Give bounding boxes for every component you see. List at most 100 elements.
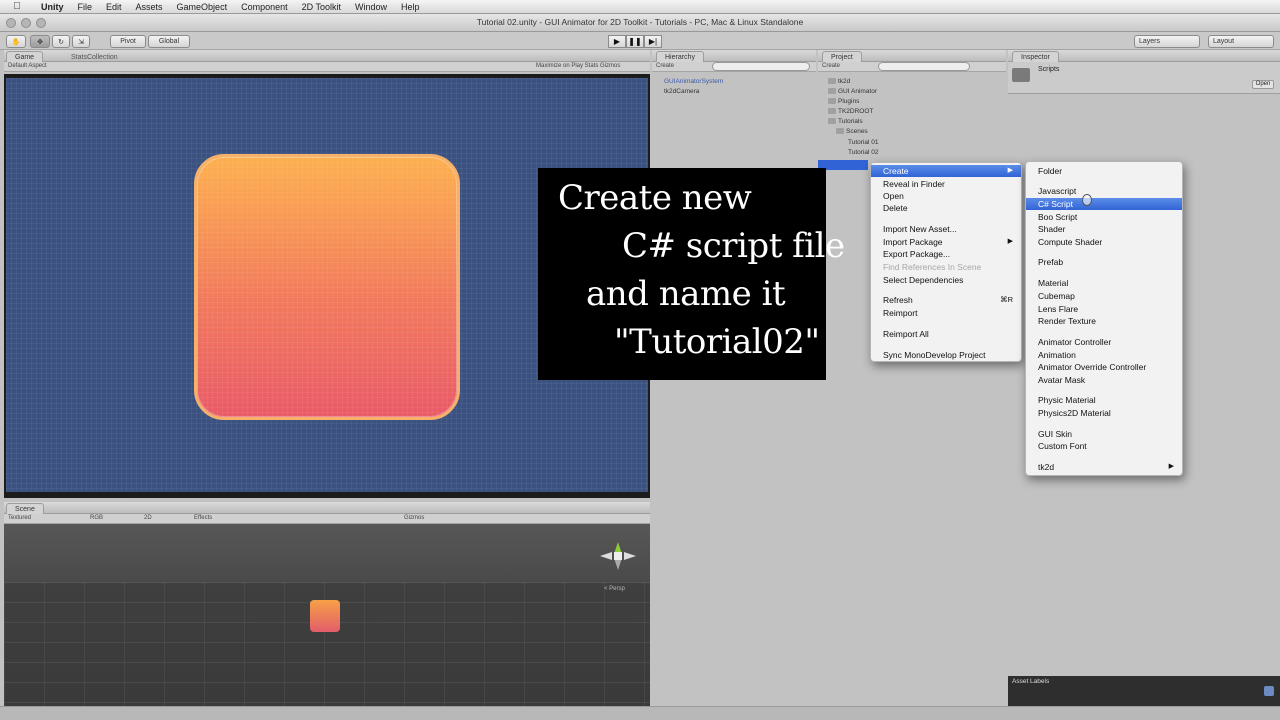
menu-window[interactable]: Window [348,2,394,12]
aspect-dropdown[interactable]: Default Aspect [8,63,47,69]
project-item[interactable]: Plugins [828,98,859,105]
menu-item-folder[interactable]: Folder [1026,165,1182,177]
label-tag-icon[interactable] [1264,686,1274,696]
menu-item-material[interactable]: Material [1026,277,1182,289]
project-item[interactable]: Tutorial 02 [848,149,878,156]
menu-item-create[interactable]: Create ▶ [871,165,1021,177]
menu-item-lens-flare[interactable]: Lens Flare [1026,303,1182,315]
create-submenu: Folder Javascript C# Script Boo Script S… [1025,161,1183,476]
menu-item-physic-material[interactable]: Physic Material [1026,394,1182,406]
menu-component[interactable]: Component [234,2,295,12]
layout-dropdown[interactable]: Layout [1208,35,1274,48]
menu-item-boo-script[interactable]: Boo Script [1026,211,1182,223]
apple-icon[interactable]:  [0,1,34,12]
menu-item-label: Open [883,191,904,201]
project-item-label: Scenes [846,128,868,135]
scene-gui-object[interactable] [310,600,340,632]
menu-item-import-new-asset[interactable]: Import New Asset... [871,223,1021,235]
menu-item-animation[interactable]: Animation [1026,349,1182,361]
game-options[interactable]: Maximize on Play Stats Gizmos [536,63,620,69]
menu-item-animator-controller[interactable]: Animator Controller [1026,336,1182,348]
shading-dropdown[interactable]: Textured [8,515,31,521]
play-button[interactable]: ▶ [608,35,626,48]
inspector-header: Scripts Open [1008,62,1280,94]
persp-label[interactable]: < Persp [604,586,625,592]
menu-item-open[interactable]: Open [871,190,1021,202]
menu-item-sync-monodevelop[interactable]: Sync MonoDevelop Project [871,349,1021,361]
menu-item-import-package[interactable]: Import Package ▶ [871,236,1021,248]
step-icon: ▶| [648,37,658,46]
pause-button[interactable]: ❚❚ [626,35,644,48]
menu-item-physics2d-material[interactable]: Physics2D Material [1026,407,1182,419]
effects-dropdown[interactable]: Effects [194,515,212,521]
open-button[interactable]: Open [1252,80,1274,89]
menu-item-reveal-in-finder[interactable]: Reveal in Finder [871,178,1021,190]
menu-item-reimport-all[interactable]: Reimport All [871,328,1021,340]
render-dropdown[interactable]: RGB [90,515,103,521]
menu-item-label: tk2d [1038,462,1055,472]
project-item[interactable]: tk2d [828,78,850,85]
gizmos-dropdown[interactable]: Gizmos [404,515,424,521]
scale-tool-button[interactable]: ⇲ [72,35,90,48]
project-search-input[interactable] [878,62,970,71]
menu-2d-toolkit[interactable]: 2D Toolkit [295,2,348,12]
tab-project-label: Project [831,54,853,61]
mac-menu-bar:  Unity File Edit Assets GameObject Comp… [0,0,1280,14]
menu-item-animator-override-controller[interactable]: Animator Override Controller [1026,361,1182,373]
menu-item-refresh[interactable]: Refresh ⌘R [871,294,1021,306]
project-item-label: GUI Animator [838,88,878,95]
project-item[interactable]: Tutorials [828,118,863,125]
menu-assets[interactable]: Assets [129,2,170,12]
menu-item-tk2d[interactable]: tk2d ▶ [1026,461,1182,473]
menu-item-javascript[interactable]: Javascript [1026,185,1182,197]
project-create-dropdown[interactable]: Create [822,63,840,69]
asset-labels-label: Asset Labels [1012,678,1050,685]
tab-project[interactable]: Project [822,51,862,62]
project-item[interactable]: Tutorial 01 [848,139,878,146]
menu-item-shader[interactable]: Shader [1026,223,1182,235]
project-item-label: Tutorials [838,118,863,125]
layers-dropdown[interactable]: Layers [1134,35,1200,48]
menu-edit[interactable]: Edit [99,2,129,12]
menu-item-delete[interactable]: Delete [871,202,1021,214]
menu-item-cubemap[interactable]: Cubemap [1026,290,1182,302]
tab-inspector[interactable]: Inspector [1012,51,1059,62]
move-tool-button[interactable]: ✥ [30,35,50,48]
tab-hierarchy[interactable]: Hierarchy [656,51,704,62]
2d-toggle[interactable]: 2D [144,515,152,521]
menu-item-gui-skin[interactable]: GUI Skin [1026,428,1182,440]
menu-item-csharp-script[interactable]: C# Script [1026,198,1182,210]
folder-icon [1012,68,1030,82]
tab-scene[interactable]: Scene [6,503,44,514]
menu-unity[interactable]: Unity [34,2,71,12]
project-item[interactable]: GUI Animator [828,88,877,95]
hierarchy-create-dropdown[interactable]: Create [656,63,674,69]
menu-file[interactable]: File [71,2,100,12]
step-button[interactable]: ▶| [644,35,662,48]
rotate-tool-button[interactable]: ↻ [52,35,70,48]
menu-help[interactable]: Help [394,2,427,12]
menu-item-prefab[interactable]: Prefab [1026,256,1182,268]
menu-item-avatar-mask[interactable]: Avatar Mask [1026,374,1182,386]
project-item[interactable]: Scenes [836,128,868,135]
tab-game[interactable]: Game [6,51,44,62]
menu-item-reimport[interactable]: Reimport [871,307,1021,319]
hand-tool-button[interactable]: ✋ [6,35,26,48]
play-icon: ▶ [613,37,621,46]
menu-item-label: Javascript [1038,186,1077,196]
menu-item-select-dependencies[interactable]: Select Dependencies [871,274,1021,286]
menu-item-export-package[interactable]: Export Package... [871,248,1021,260]
global-toggle[interactable]: Global [148,35,190,48]
tab-stats-collection[interactable]: StatsCollection [62,51,127,62]
project-item[interactable]: TK2DROOT [828,108,873,115]
menu-item-render-texture[interactable]: Render Texture [1026,315,1182,327]
menu-item-custom-font[interactable]: Custom Font [1026,440,1182,452]
hierarchy-search-input[interactable] [712,62,810,71]
hierarchy-item[interactable]: GUIAnimatorSystem [664,78,723,85]
menu-item-find-references: Find References In Scene [871,261,1021,273]
menu-item-compute-shader[interactable]: Compute Shader [1026,236,1182,248]
hierarchy-item[interactable]: tk2dCamera [664,88,699,95]
pivot-toggle[interactable]: Pivot [110,35,146,48]
scene-view[interactable]: < Persp [4,524,650,706]
menu-gameobject[interactable]: GameObject [170,2,235,12]
